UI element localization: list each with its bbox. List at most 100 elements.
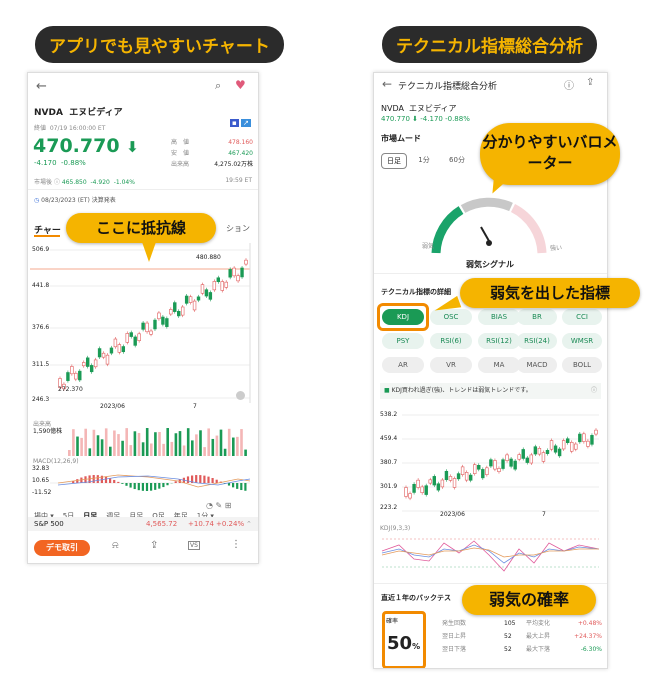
chip-boll[interactable]: BOLL <box>562 357 602 373</box>
option-tab[interactable]: ション <box>226 223 250 234</box>
kdj-price-chart[interactable] <box>374 407 607 517</box>
back-arrow-icon[interactable]: ← <box>36 79 47 94</box>
index-ticker-bar[interactable]: S&P 500 4,565.72 +10.74 +0.24% ⌃ <box>28 517 258 531</box>
price-line: 470.770 ⬇ -4.170 -0.88% <box>381 115 470 123</box>
info-icon[interactable]: ⓘ <box>591 383 597 399</box>
period-daily[interactable]: 日足 <box>381 153 407 169</box>
chip-psy[interactable]: PSY <box>382 333 424 349</box>
stock-title: NVDA エヌビディア <box>381 104 457 113</box>
volume-bar <box>162 443 165 456</box>
candle-body <box>216 277 220 283</box>
chip-bias[interactable]: BIAS <box>478 309 520 325</box>
macd-tick: -11.52 <box>32 489 52 496</box>
info-icon[interactable]: ⓘ <box>564 77 574 92</box>
down-arrow-icon: ⬇ <box>126 138 139 156</box>
volume-bar <box>203 447 206 456</box>
volume-bar <box>100 439 104 456</box>
candle-body <box>533 446 538 455</box>
candle-body <box>109 347 114 354</box>
demo-trade-button[interactable]: デモ取引 <box>34 540 90 556</box>
candle-body <box>493 460 497 470</box>
favorite-heart-icon[interactable]: ♥ <box>235 78 246 92</box>
candle-body <box>412 484 416 493</box>
stock-title: NVDA エヌビディア <box>34 108 123 118</box>
macd-bar <box>125 483 128 486</box>
volume-bar <box>244 449 247 456</box>
volume-bar <box>178 431 182 456</box>
chip-cci[interactable]: CCI <box>562 309 602 325</box>
period-60min[interactable]: 60分 <box>444 153 470 167</box>
candle-body <box>196 296 201 301</box>
candle-body <box>180 306 185 316</box>
high-marker: 480.880 <box>196 254 221 261</box>
back-arrow-icon[interactable]: ← <box>382 77 392 91</box>
candle-body <box>121 346 126 353</box>
screen-title: テクニカル指標総合分析 <box>398 82 498 92</box>
candle-body <box>590 435 594 445</box>
more-icon[interactable]: ⋮ <box>231 539 241 550</box>
candle-body <box>404 487 408 497</box>
candle-body <box>125 333 129 343</box>
share-icon[interactable]: ⇪ <box>150 540 158 551</box>
chip-br[interactable]: BR <box>517 309 557 325</box>
volume-bar <box>68 450 71 456</box>
candle-body <box>157 312 161 320</box>
candle-body <box>436 483 441 491</box>
chart-scroll-dot[interactable] <box>236 391 245 400</box>
volume-bar <box>182 445 186 456</box>
chip-ar[interactable]: AR <box>382 357 424 373</box>
candle-body <box>578 433 582 443</box>
chip-rsi24[interactable]: RSI(24) <box>517 333 557 349</box>
search-icon[interactable]: ⌕ <box>215 79 221 93</box>
candle-body <box>89 365 94 373</box>
candle-body <box>440 479 445 488</box>
share-icon[interactable]: ⇪ <box>586 77 594 88</box>
chip-macd[interactable]: MACD <box>517 357 557 373</box>
macd-bar <box>145 483 149 491</box>
compare-icon[interactable]: VS <box>188 541 200 550</box>
volume-bar <box>166 428 169 456</box>
macd-bar <box>244 483 247 491</box>
macd-bar <box>133 483 136 490</box>
gauge-right-label: 強い <box>550 245 563 252</box>
candle-body <box>220 281 224 291</box>
chip-rsi6[interactable]: RSI(6) <box>430 333 472 349</box>
bell-icon[interactable]: ⍾ <box>112 540 119 551</box>
candle-body <box>424 485 428 495</box>
volume-bar <box>240 429 243 456</box>
volume-bar <box>133 431 137 456</box>
volume-bar <box>227 428 231 456</box>
kdj-highlight-box <box>377 303 429 331</box>
probability-label: 確率 <box>386 618 399 625</box>
kdj-line-chart <box>381 538 600 572</box>
x-axis-label: 7 <box>542 511 546 518</box>
candle-body <box>448 476 453 481</box>
candle-body <box>240 267 244 278</box>
candle-body <box>444 470 449 481</box>
candle-body <box>165 318 169 327</box>
price-chart[interactable] <box>28 243 258 408</box>
macd-bar <box>141 483 144 491</box>
kdj-note: ■ KDJ買われ過ぎ(強)、トレンドは弱気トレンドです。 ⓘ <box>380 383 601 399</box>
volume-bar <box>158 431 161 456</box>
candle-body <box>489 459 493 467</box>
candle-body <box>177 311 181 317</box>
candle-body <box>173 302 177 312</box>
macd-bar <box>232 483 235 488</box>
chip-rsi12[interactable]: RSI(12) <box>478 333 520 349</box>
candle-body <box>200 284 205 294</box>
volume-chart <box>68 428 247 456</box>
volume-bar <box>72 429 75 456</box>
chip-wmsr[interactable]: WMSR <box>562 333 602 349</box>
volume-bar <box>96 435 100 456</box>
candle-body <box>452 478 457 488</box>
gauge-left-label: 弱気 <box>422 243 435 250</box>
period-1min[interactable]: 1分 <box>414 153 434 167</box>
chart-tool-icons[interactable]: ◔ ✎ ⊞ <box>206 501 231 510</box>
candle-body <box>228 269 232 278</box>
candle-body <box>74 372 78 380</box>
chip-vr[interactable]: VR <box>430 357 472 373</box>
candle-body <box>184 295 189 304</box>
candle-body <box>66 372 70 381</box>
chip-ma[interactable]: MA <box>478 357 520 373</box>
